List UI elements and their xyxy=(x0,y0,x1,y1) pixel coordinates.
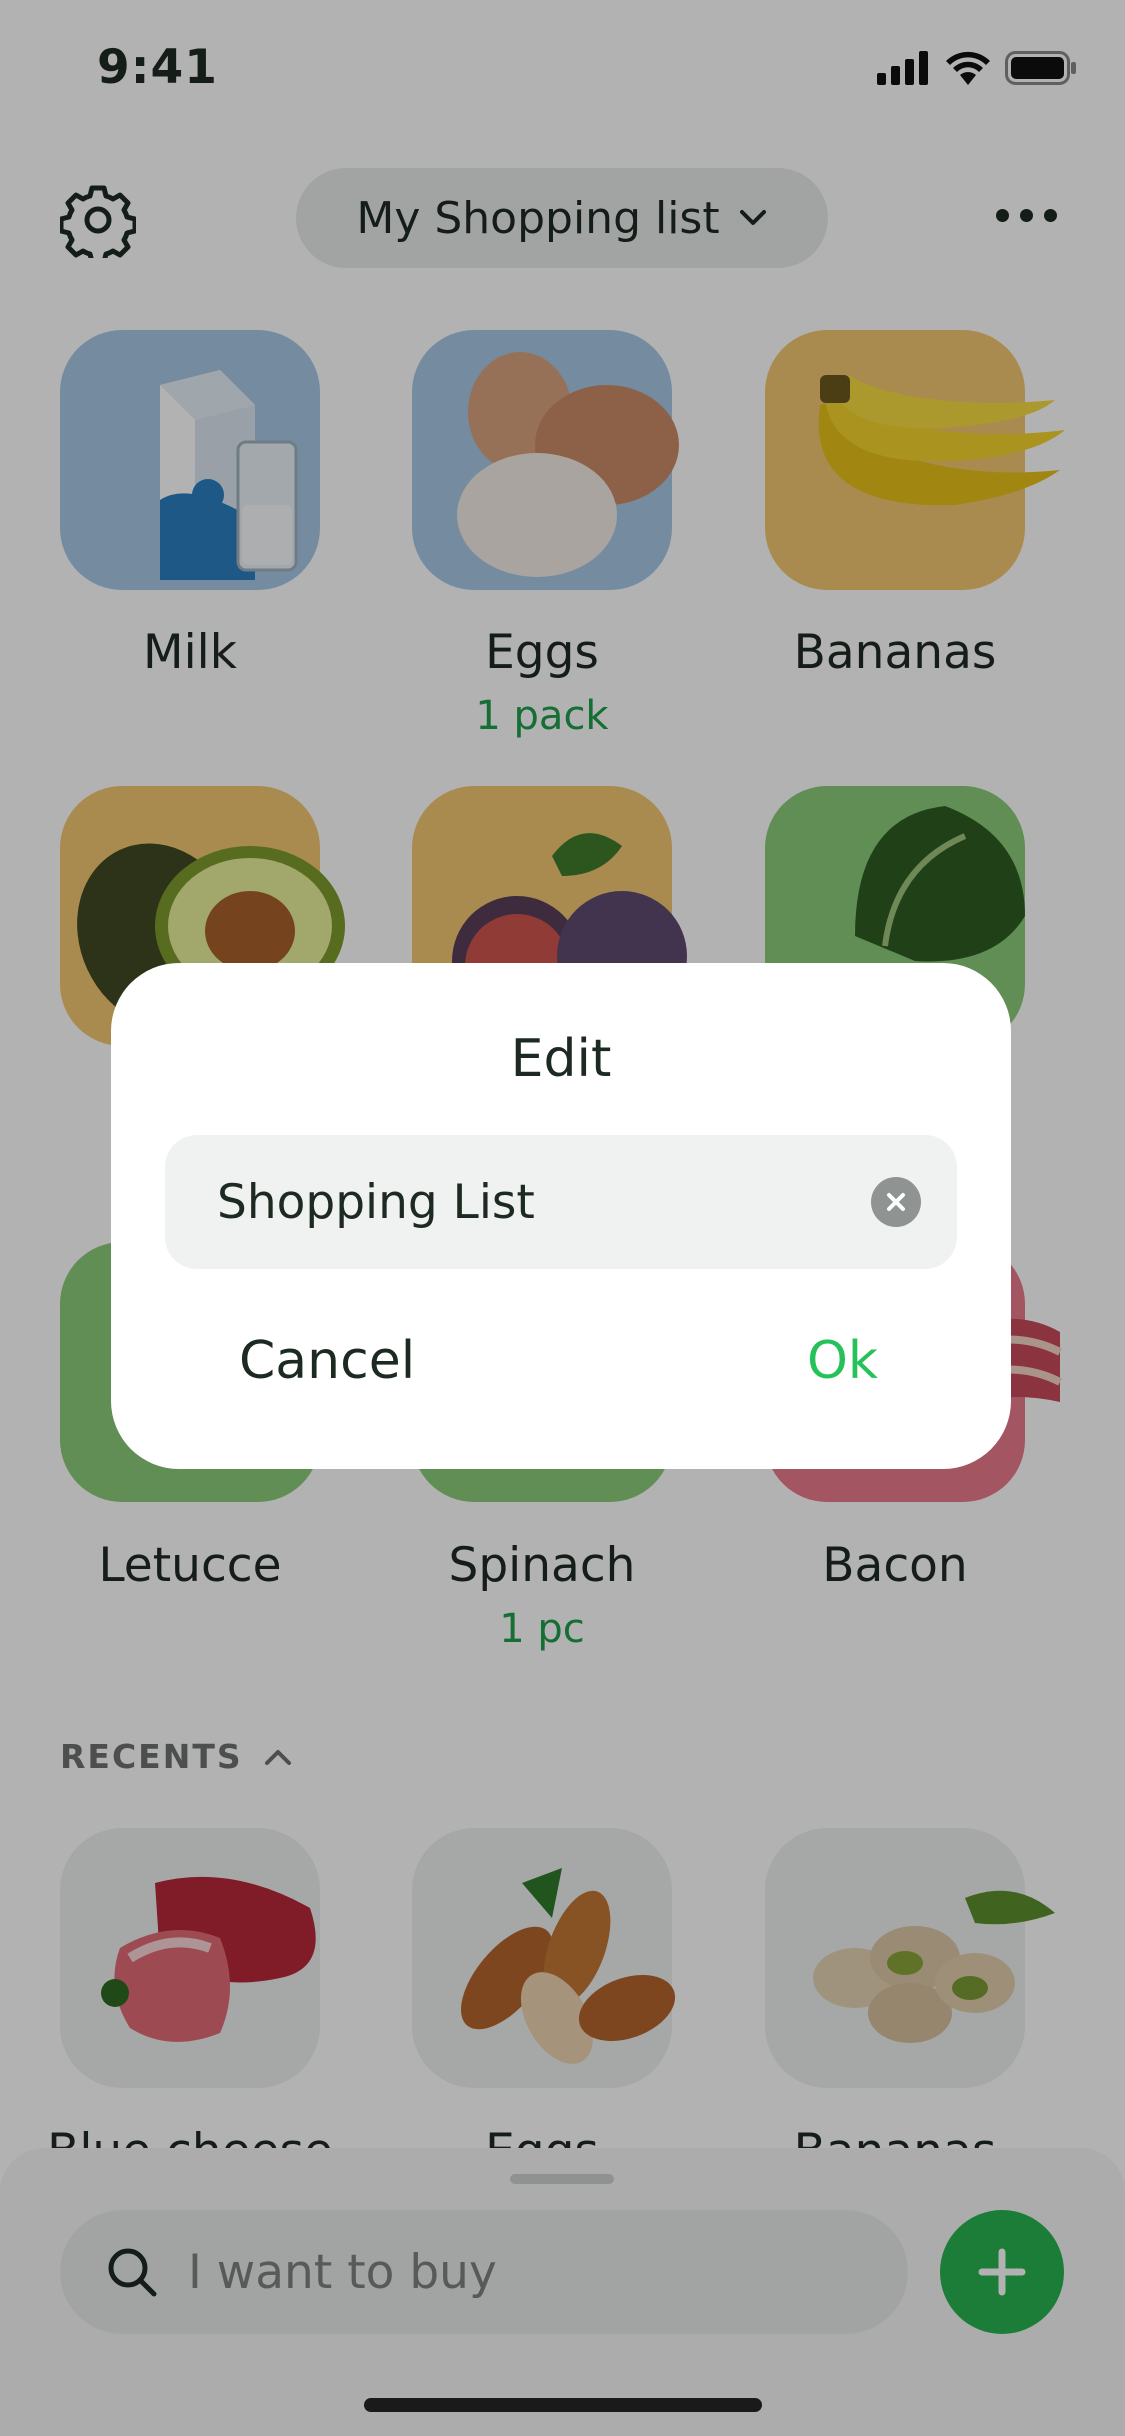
ok-button[interactable]: Ok xyxy=(807,1331,878,1391)
clear-icon xyxy=(887,1193,905,1211)
list-name-input[interactable]: Shopping List xyxy=(165,1135,957,1269)
dialog-title: Edit xyxy=(510,1029,612,1089)
clear-input-button[interactable] xyxy=(871,1177,921,1227)
cancel-button[interactable]: Cancel xyxy=(239,1331,415,1391)
edit-dialog: Edit Shopping List Cancel Ok xyxy=(111,963,1011,1469)
list-name-input-value: Shopping List xyxy=(217,1174,535,1230)
home-indicator xyxy=(364,2398,762,2412)
